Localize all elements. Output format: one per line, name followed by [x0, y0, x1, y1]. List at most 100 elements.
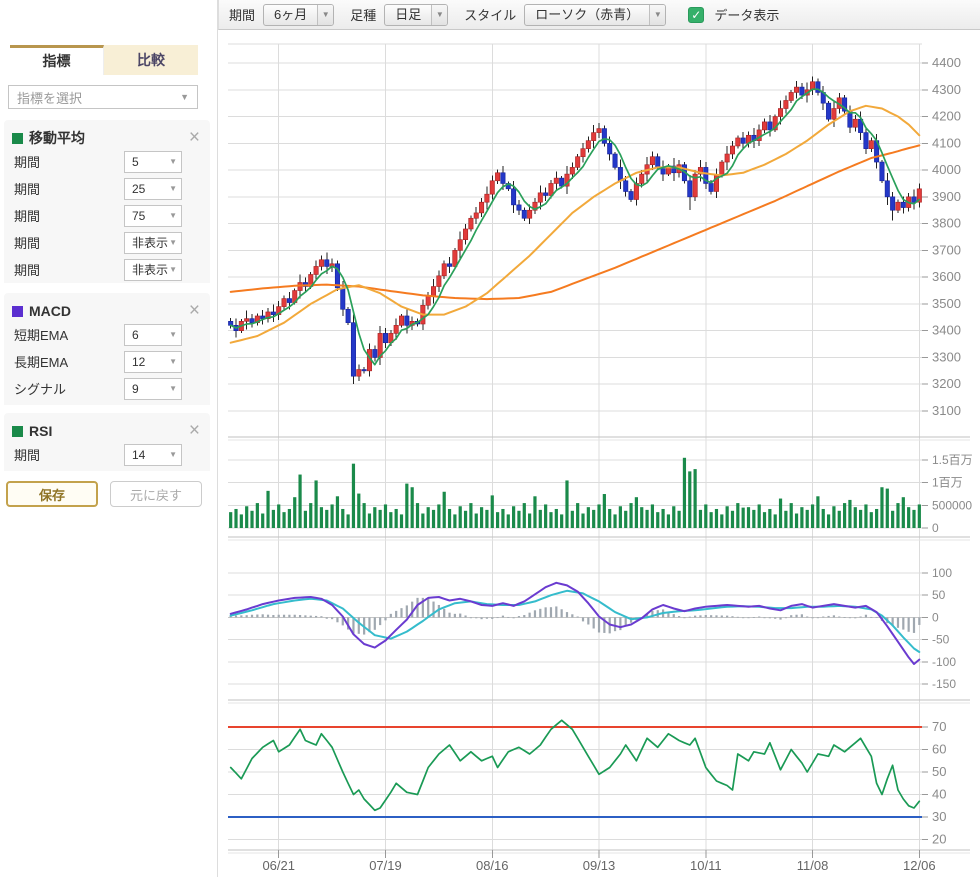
chevron-down-icon: ▼ — [169, 265, 177, 274]
chevron-down-icon[interactable]: ▼ — [431, 5, 447, 25]
chevron-down-icon[interactable]: ▼ — [317, 5, 333, 25]
chart-toolbar: 期間 6ヶ月 ▼ 足種 日足 ▼ スタイル ローソク（赤青） ▼ ✓ データ表示 — [218, 0, 980, 30]
rsi-color-swatch — [12, 426, 23, 437]
svg-text:-50: -50 — [932, 633, 950, 647]
sidebar-tabs: 指標 比較 — [10, 45, 198, 75]
svg-text:4200: 4200 — [932, 109, 961, 124]
svg-text:0: 0 — [932, 610, 939, 624]
svg-text:0: 0 — [932, 521, 939, 535]
chart-area[interactable]: 3100320033003400350036003700380039004000… — [218, 30, 980, 877]
section-title: 移動平均 — [29, 128, 187, 148]
period-value: 6ヶ月 — [264, 5, 317, 25]
chevron-down-icon: ▼ — [169, 357, 177, 366]
svg-text:4100: 4100 — [932, 135, 961, 150]
section-moving-average: 移動平均 × 期間 5▼ 期間 25▼ 期間 75▼ 期間 非表示▼ 期間 非表… — [4, 120, 210, 283]
macd-short-ema-select[interactable]: 6▼ — [124, 324, 182, 346]
rsi-row: 期間 14▼ — [12, 441, 202, 468]
bartype-dropdown[interactable]: 日足 ▼ — [384, 4, 448, 26]
svg-text:07/19: 07/19 — [369, 858, 402, 873]
svg-text:4300: 4300 — [932, 82, 961, 97]
svg-text:3700: 3700 — [932, 242, 961, 257]
svg-text:3200: 3200 — [932, 376, 961, 391]
style-label: スタイル — [464, 5, 516, 24]
chevron-down-icon[interactable]: ▼ — [649, 5, 665, 25]
ma-period4-select[interactable]: 非表示▼ — [124, 232, 182, 254]
svg-text:1百万: 1百万 — [932, 476, 963, 490]
row-label: 期間 — [14, 206, 40, 225]
row-label: 期間 — [14, 260, 40, 279]
svg-text:-100: -100 — [932, 655, 956, 669]
row-label: 期間 — [14, 233, 40, 252]
svg-text:3600: 3600 — [932, 269, 961, 284]
select-value: 5 — [132, 155, 139, 169]
svg-text:4000: 4000 — [932, 162, 961, 177]
bartype-label: 足種 — [350, 5, 376, 24]
select-value: 12 — [132, 355, 145, 369]
row-label: 短期EMA — [14, 325, 68, 344]
svg-text:50: 50 — [932, 588, 946, 602]
svg-text:3900: 3900 — [932, 189, 961, 204]
select-value: 9 — [132, 382, 139, 396]
close-icon[interactable]: × — [187, 130, 202, 146]
svg-text:08/16: 08/16 — [476, 858, 509, 873]
svg-text:10/11: 10/11 — [690, 858, 722, 873]
row-label: 長期EMA — [14, 352, 68, 371]
ma-period-row: 期間 25▼ — [12, 175, 202, 202]
style-value: ローソク（赤青） — [525, 5, 649, 25]
section-title: MACD — [29, 303, 187, 319]
svg-text:3100: 3100 — [932, 403, 961, 418]
ma-period5-select[interactable]: 非表示▼ — [124, 259, 182, 281]
svg-text:40: 40 — [932, 787, 946, 802]
row-label: シグナル — [14, 379, 66, 398]
period-dropdown[interactable]: 6ヶ月 ▼ — [263, 4, 334, 26]
indicator-select[interactable]: 指標を選択 ▼ — [8, 85, 198, 109]
ma-period-row: 期間 5▼ — [12, 148, 202, 175]
svg-text:09/13: 09/13 — [583, 858, 616, 873]
svg-text:3800: 3800 — [932, 216, 961, 231]
ma-period-row: 期間 非表示▼ — [12, 256, 202, 283]
reset-button[interactable]: 元に戻す — [110, 481, 202, 507]
svg-text:06/21: 06/21 — [262, 858, 295, 873]
chevron-down-icon: ▼ — [169, 384, 177, 393]
macd-row: シグナル 9▼ — [12, 375, 202, 402]
period-label: 期間 — [229, 5, 255, 24]
save-button[interactable]: 保存 — [6, 481, 98, 507]
svg-text:3500: 3500 — [932, 296, 961, 311]
chevron-down-icon: ▼ — [169, 157, 177, 166]
macd-long-ema-select[interactable]: 12 ▼ — [124, 351, 182, 373]
row-label: 期間 — [14, 152, 40, 171]
indicator-select-placeholder: 指標を選択 — [17, 88, 82, 107]
macd-row: 長期EMA 12 ▼ — [12, 348, 202, 375]
ma-color-swatch — [12, 133, 23, 144]
data-display-label: データ表示 — [714, 5, 779, 24]
chevron-down-icon: ▼ — [169, 330, 177, 339]
select-value: 14 — [132, 448, 145, 462]
data-display-checkbox[interactable]: ✓ — [688, 7, 704, 23]
tab-compare[interactable]: 比較 — [104, 45, 198, 75]
stock-chart-app: 期間 6ヶ月 ▼ 足種 日足 ▼ スタイル ローソク（赤青） ▼ ✓ データ表示… — [0, 0, 980, 877]
ma-period1-select[interactable]: 5▼ — [124, 151, 182, 173]
tab-indicators[interactable]: 指標 — [10, 45, 104, 75]
indicator-sidebar: 指標 比較 指標を選択 ▼ 移動平均 × 期間 5▼ 期間 25▼ 期間 — [0, 0, 218, 877]
chevron-down-icon: ▼ — [180, 92, 189, 102]
ma-period3-select[interactable]: 75▼ — [124, 205, 182, 227]
section-macd: MACD × 短期EMA 6▼ 長期EMA 12▼ シグナル 9▼ — [4, 293, 210, 405]
svg-text:50: 50 — [932, 764, 946, 779]
bartype-value: 日足 — [385, 5, 431, 25]
ma-period2-select[interactable]: 25▼ — [124, 178, 182, 200]
chart-canvas[interactable]: 3100320033003400350036003700380039004000… — [218, 30, 980, 877]
close-icon[interactable]: × — [187, 423, 202, 439]
svg-text:100: 100 — [932, 566, 952, 580]
section-rsi: RSI × 期間 14▼ — [4, 413, 210, 471]
row-label: 期間 — [14, 179, 40, 198]
svg-text:4400: 4400 — [932, 55, 961, 70]
svg-text:70: 70 — [932, 719, 946, 734]
macd-signal-select[interactable]: 9▼ — [124, 378, 182, 400]
svg-text:3400: 3400 — [932, 323, 961, 338]
ma-period-row: 期間 非表示▼ — [12, 229, 202, 256]
svg-text:11/08: 11/08 — [797, 858, 829, 873]
style-dropdown[interactable]: ローソク（赤青） ▼ — [524, 4, 666, 26]
svg-text:-150: -150 — [932, 677, 956, 691]
close-icon[interactable]: × — [187, 303, 202, 319]
rsi-period-select[interactable]: 14▼ — [124, 444, 182, 466]
